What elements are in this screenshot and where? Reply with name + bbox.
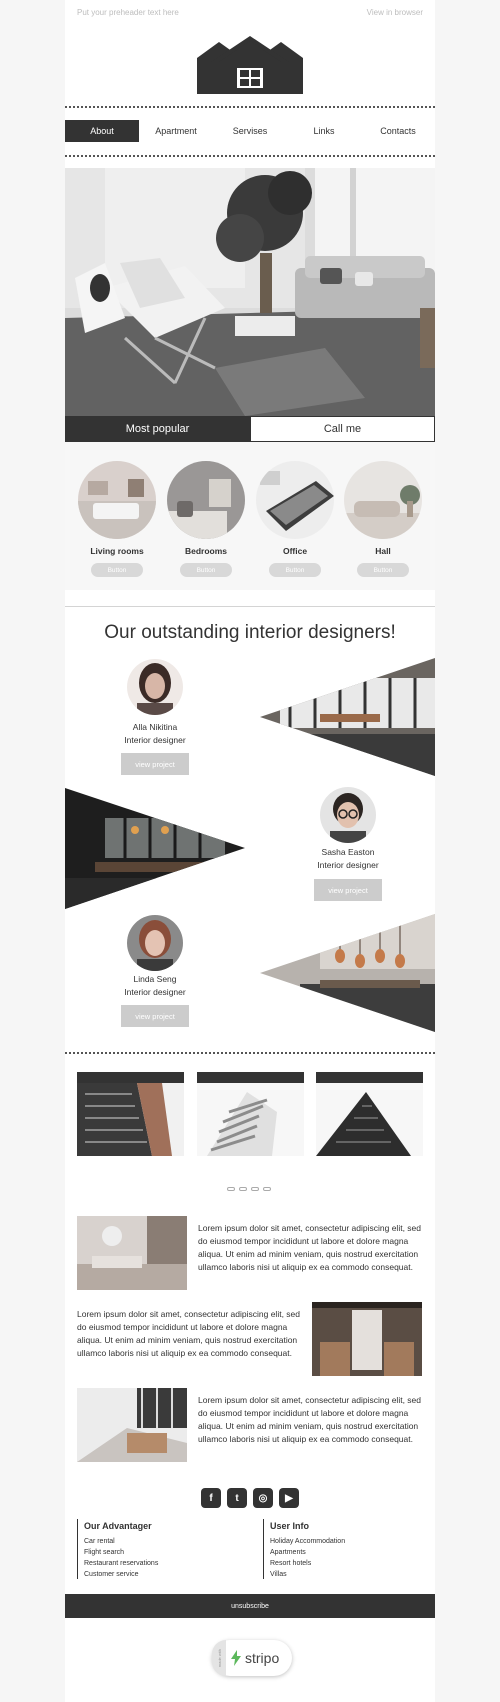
footer-link[interactable]: Resort hotels bbox=[270, 1558, 345, 1569]
category-label-office: Office bbox=[282, 546, 308, 556]
stripo-badge[interactable]: made with stripo bbox=[212, 1640, 292, 1676]
view-project-button[interactable]: view project bbox=[314, 879, 382, 901]
footer-link[interactable]: Flight search bbox=[84, 1547, 158, 1558]
footer-link[interactable]: Apartments bbox=[270, 1547, 345, 1558]
footer-link[interactable]: Villas bbox=[270, 1569, 345, 1580]
category-button[interactable]: Button bbox=[269, 563, 321, 577]
email-container: Put your preheader text here View in bro… bbox=[65, 0, 435, 1702]
footer-col2-title: User Info bbox=[270, 1521, 310, 1531]
article-text: Lorem ipsum dolor sit amet, consectetur … bbox=[77, 1309, 300, 1358]
designers-title: Our outstanding interior designers! bbox=[104, 622, 396, 643]
article-text: Lorem ipsum dolor sit amet, consectetur … bbox=[198, 1395, 421, 1444]
article-image bbox=[77, 1216, 187, 1290]
view-in-browser-link[interactable]: View in browser bbox=[367, 8, 423, 17]
category-label-hall: Hall bbox=[375, 546, 391, 556]
nav-item-about[interactable]: About bbox=[65, 120, 139, 142]
hero-image bbox=[65, 168, 435, 416]
category-label-bedrooms: Bedrooms bbox=[184, 546, 228, 556]
dotted-divider bbox=[65, 1052, 435, 1054]
category-button[interactable]: Button bbox=[91, 563, 143, 577]
house-logo[interactable] bbox=[197, 36, 303, 94]
article-text: Lorem ipsum dolor sit amet, consectetur … bbox=[198, 1223, 421, 1272]
designer-name: Alla Nikitina bbox=[132, 722, 178, 732]
view-project-button[interactable]: view project bbox=[121, 753, 189, 775]
stripo-logo-icon bbox=[230, 1650, 242, 1666]
badge-side: made with bbox=[212, 1640, 226, 1676]
nav-item-contacts[interactable]: Contacts bbox=[361, 120, 435, 142]
slider-dot[interactable] bbox=[263, 1187, 271, 1191]
nav-item-apartment[interactable]: Apartment bbox=[139, 120, 213, 142]
article-image bbox=[77, 1388, 187, 1462]
section-divider bbox=[65, 606, 435, 607]
category-button[interactable]: Button bbox=[180, 563, 232, 577]
badge-side-text: made with bbox=[216, 1648, 222, 1668]
footer-col1-title: Our Advantager bbox=[84, 1521, 152, 1531]
dotted-divider bbox=[65, 106, 435, 108]
footer-col-border bbox=[77, 1519, 78, 1579]
footer-link[interactable]: Holiday Accommodation bbox=[270, 1536, 345, 1547]
designer-name: Linda Seng bbox=[133, 974, 177, 984]
designer-role: Interior designer bbox=[317, 860, 379, 870]
footer-link[interactable]: Restaurant reservations bbox=[84, 1558, 158, 1569]
footer-col-border bbox=[263, 1519, 264, 1579]
facebook-icon[interactable]: f bbox=[201, 1488, 221, 1508]
category-label-living-rooms: Living rooms bbox=[90, 546, 144, 556]
category-button[interactable]: Button bbox=[357, 563, 409, 577]
slider-dot[interactable] bbox=[227, 1187, 235, 1191]
slider-dot[interactable] bbox=[251, 1187, 259, 1191]
designer-role: Interior designer bbox=[124, 987, 186, 997]
designer-name: Sasha Easton bbox=[321, 847, 375, 857]
bedrooms-image[interactable] bbox=[167, 461, 245, 539]
building-image bbox=[197, 1072, 304, 1156]
footer-link[interactable]: Customer service bbox=[84, 1569, 158, 1580]
footer-col2-list: Holiday Accommodation Apartments Resort … bbox=[270, 1536, 345, 1580]
stripo-brand: stripo bbox=[245, 1650, 280, 1666]
dotted-divider bbox=[65, 155, 435, 157]
unsubscribe-link[interactable]: unsubscribe bbox=[65, 1594, 435, 1618]
designer-avatar bbox=[127, 915, 183, 971]
slider-dot[interactable] bbox=[239, 1187, 247, 1191]
designer-avatar bbox=[320, 787, 376, 843]
most-popular-button[interactable]: Most popular bbox=[65, 416, 250, 442]
footer-col1-list: Car rental Flight search Restaurant rese… bbox=[84, 1536, 158, 1580]
call-me-button[interactable]: Call me bbox=[250, 416, 435, 442]
youtube-icon[interactable]: ▶ bbox=[279, 1488, 299, 1508]
nav-item-links[interactable]: Links bbox=[287, 120, 361, 142]
slider-dots bbox=[227, 1187, 271, 1193]
building-image bbox=[316, 1072, 423, 1156]
designer-project-image bbox=[260, 658, 435, 776]
designer-avatar bbox=[127, 659, 183, 715]
hall-image[interactable] bbox=[344, 461, 422, 539]
article-image bbox=[312, 1302, 422, 1376]
social-icons: f t ◎ ▶ bbox=[201, 1488, 299, 1508]
nav-item-servises[interactable]: Servises bbox=[213, 120, 287, 142]
designer-role: Interior designer bbox=[124, 735, 186, 745]
designer-project-image bbox=[260, 914, 435, 1032]
twitter-icon[interactable]: t bbox=[227, 1488, 247, 1508]
preheader-text: Put your preheader text here bbox=[77, 8, 179, 17]
building-image bbox=[77, 1072, 184, 1156]
main-nav: About Apartment Servises Links Contacts bbox=[65, 120, 435, 142]
instagram-icon[interactable]: ◎ bbox=[253, 1488, 273, 1508]
living-rooms-image[interactable] bbox=[78, 461, 156, 539]
footer-link[interactable]: Car rental bbox=[84, 1536, 158, 1547]
view-project-button[interactable]: view project bbox=[121, 1005, 189, 1027]
office-image[interactable] bbox=[256, 461, 334, 539]
designer-project-image bbox=[65, 788, 245, 909]
